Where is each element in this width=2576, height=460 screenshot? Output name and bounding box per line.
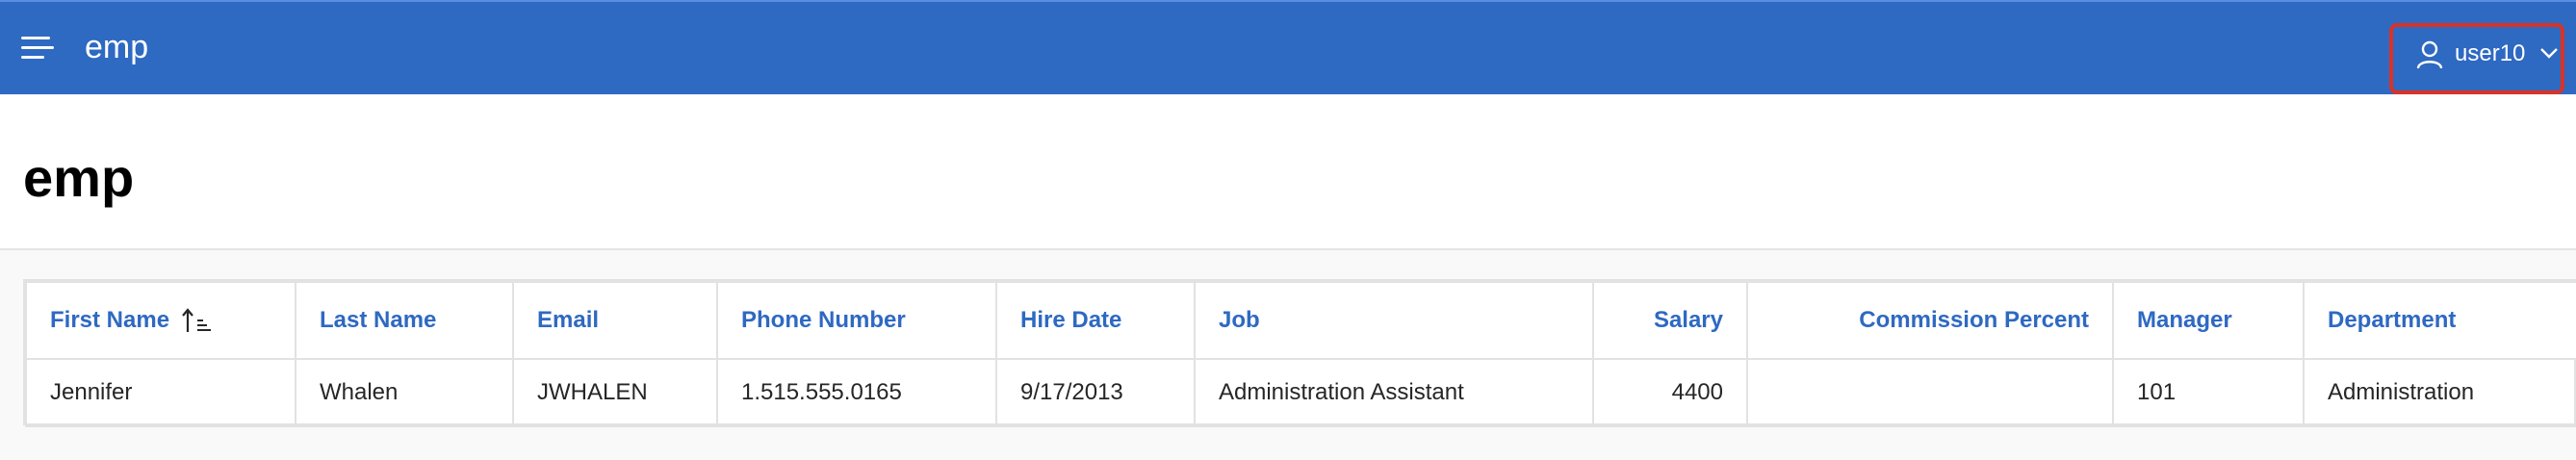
cell-manager: 101 <box>2112 358 2305 427</box>
column-link-email[interactable]: Email <box>537 307 599 333</box>
column-header-last-name[interactable]: Last Name <box>295 281 514 360</box>
column-link-job[interactable]: Job <box>1219 307 1260 333</box>
column-link-first-name[interactable]: First Name <box>50 307 169 333</box>
column-header-first-name[interactable]: First Name <box>25 281 296 360</box>
cell-salary: 4400 <box>1592 358 1748 427</box>
column-header-phone-number[interactable]: Phone Number <box>716 281 997 360</box>
column-header-commission-percent[interactable]: Commission Percent <box>1746 281 2114 360</box>
cell-phone-number: 1.515.555.0165 <box>716 358 997 427</box>
column-header-hire-date[interactable]: Hire Date <box>995 281 1196 360</box>
report-table: First Name Last Name Email Phone Number … <box>25 281 2576 427</box>
page-title: emp <box>23 147 135 208</box>
column-link-hire-date[interactable]: Hire Date <box>1020 307 1121 333</box>
sort-ascending-icon <box>181 308 211 333</box>
app-title[interactable]: emp <box>85 29 148 66</box>
cell-hire-date: 9/17/2013 <box>995 358 1196 427</box>
top-navigation-bar: emp user10 <box>0 0 2576 94</box>
table-header-row: First Name Last Name Email Phone Number … <box>25 281 2576 360</box>
column-link-department[interactable]: Department <box>2328 307 2456 333</box>
user-icon <box>2416 40 2443 69</box>
interactive-report: First Name Last Name Email Phone Number … <box>23 279 2576 427</box>
column-link-phone-number[interactable]: Phone Number <box>741 307 906 333</box>
table-row: Jennifer Whalen JWHALEN 1.515.555.0165 9… <box>25 358 2576 427</box>
user-menu-button[interactable]: user10 <box>2389 23 2564 94</box>
user-name: user10 <box>2455 40 2526 66</box>
column-header-department[interactable]: Department <box>2303 281 2576 360</box>
cell-email: JWHALEN <box>512 358 718 427</box>
cell-job: Administration Assistant <box>1194 358 1594 427</box>
column-link-manager[interactable]: Manager <box>2137 307 2232 333</box>
hamburger-menu-icon[interactable] <box>21 37 54 60</box>
column-link-last-name[interactable]: Last Name <box>320 307 436 333</box>
cell-department: Administration <box>2303 358 2576 427</box>
column-header-salary[interactable]: Salary <box>1592 281 1748 360</box>
cell-first-name: Jennifer <box>25 358 296 427</box>
column-header-email[interactable]: Email <box>512 281 718 360</box>
cell-last-name: Whalen <box>295 358 514 427</box>
page-header: emp <box>0 94 2576 250</box>
column-link-salary[interactable]: Salary <box>1654 307 1723 333</box>
column-header-manager[interactable]: Manager <box>2112 281 2305 360</box>
column-link-commission-percent[interactable]: Commission Percent <box>1859 307 2089 333</box>
cell-commission-percent <box>1746 358 2114 427</box>
column-header-job[interactable]: Job <box>1194 281 1594 360</box>
chevron-down-icon <box>2540 48 2558 59</box>
